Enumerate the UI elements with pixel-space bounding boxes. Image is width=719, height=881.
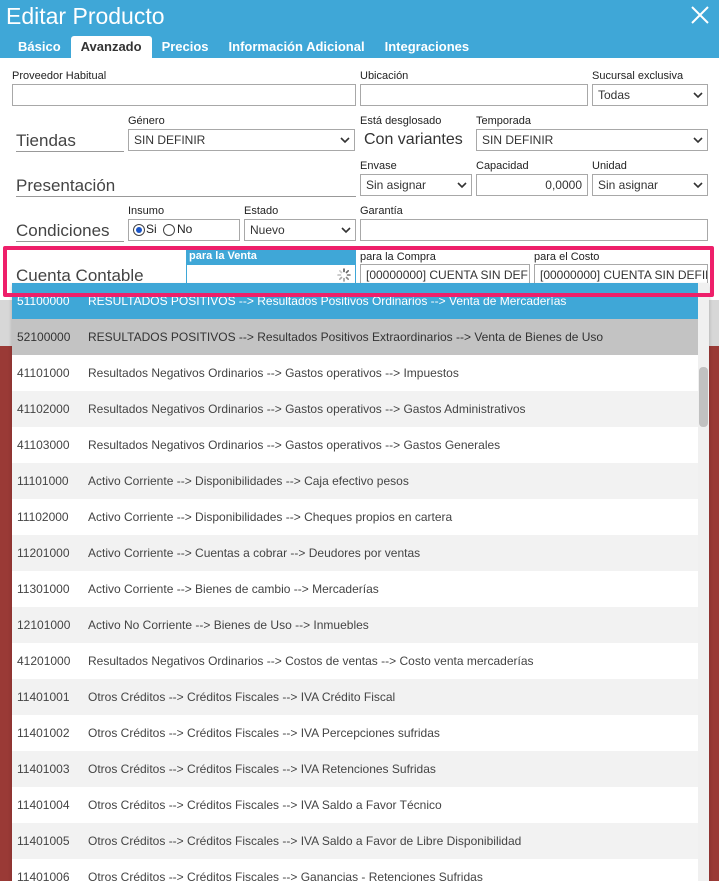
presentacion-section: Presentación — [16, 176, 356, 197]
insumo-label: Insumo — [128, 205, 165, 217]
tab-informacion-adicional[interactable]: Información Adicional — [219, 36, 375, 58]
proveedor-input[interactable] — [12, 84, 356, 106]
sucursal-value: Todas — [598, 88, 631, 102]
unidad-label: Unidad — [592, 160, 627, 172]
estado-label: Estado — [244, 205, 279, 217]
list-item[interactable]: 52100000 RESULTADOS POSITIVOS --> Resulta… — [12, 319, 698, 355]
list-item[interactable]: 11401002 Otros Créditos --> Créditos Fisc… — [12, 715, 698, 751]
envase-label: Envase — [360, 160, 397, 172]
desglosado-label: Está desglosado — [360, 115, 442, 127]
insumo-si-radio[interactable] — [133, 224, 145, 236]
chevron-down-icon — [693, 92, 703, 99]
tab-basico[interactable]: Básico — [8, 36, 71, 58]
capacidad-input[interactable]: 0,0000 — [476, 174, 588, 196]
insumo-no-radio[interactable] — [163, 224, 175, 236]
list-item[interactable]: 41201000 Resultados Negativos Ordinarios … — [12, 643, 698, 679]
proveedor-label: Proveedor Habitual — [12, 70, 107, 82]
list-item[interactable]: 11301000 Activo Corriente --> Bienes de c… — [12, 571, 698, 607]
genero-label: Género — [128, 115, 165, 127]
tab-avanzado[interactable]: Avanzado — [70, 36, 152, 58]
tab-bar: Básico Avanzado Precios Información Adic… — [8, 36, 479, 58]
envase-select[interactable]: Sin asignar — [360, 174, 472, 196]
dropdown-scroll-thumb[interactable] — [699, 367, 708, 427]
genero-select[interactable]: SIN DEFINIR — [128, 129, 355, 151]
temporada-label: Temporada — [476, 115, 532, 127]
list-item[interactable]: 12101000 Activo No Corriente --> Bienes d… — [12, 607, 698, 643]
dialog-header: Editar Producto Básico Avanzado Precios … — [0, 0, 719, 58]
capacidad-label: Capacidad — [476, 160, 529, 172]
tab-integraciones[interactable]: Integraciones — [375, 36, 480, 58]
dialog-title: Editar Producto — [6, 3, 165, 29]
temporada-value: SIN DEFINIR — [482, 133, 554, 147]
list-item[interactable]: 11102000 Activo Corriente --> Disponibili… — [12, 499, 698, 535]
unidad-select[interactable]: Sin asignar — [592, 174, 708, 196]
dropdown-scrollbar[interactable] — [698, 283, 709, 881]
chevron-down-icon — [341, 227, 351, 234]
desglosado-value: Con variantes — [360, 129, 472, 151]
sucursal-label: Sucursal exclusiva — [592, 70, 684, 82]
unidad-value: Sin asignar — [598, 178, 659, 192]
condiciones-section: Condiciones — [16, 221, 124, 242]
insumo-si-label: Si — [146, 222, 157, 236]
estado-select[interactable]: Nuevo — [244, 219, 356, 241]
list-item[interactable]: 11101000 Activo Corriente --> Disponibili… — [12, 463, 698, 499]
list-item[interactable]: 11401003 Otros Créditos --> Créditos Fisc… — [12, 751, 698, 787]
tab-precios[interactable]: Precios — [152, 36, 219, 58]
list-item[interactable]: 11201000 Activo Corriente --> Cuentas a c… — [12, 535, 698, 571]
chevron-down-icon — [693, 182, 703, 189]
account-dropdown-list: 51100000 RESULTADOS POSITIVOS --> Resulta… — [12, 283, 709, 881]
list-item[interactable]: 11401004 Otros Créditos --> Créditos Fisc… — [12, 787, 698, 823]
garantia-input[interactable] — [360, 219, 708, 241]
list-item[interactable]: 11401001 Otros Créditos --> Créditos Fisc… — [12, 679, 698, 715]
garantia-label: Garantía — [360, 205, 403, 217]
ubicacion-input[interactable] — [360, 84, 588, 106]
estado-value: Nuevo — [250, 223, 285, 237]
list-item[interactable]: 41103000 Resultados Negativos Ordinarios … — [12, 427, 698, 463]
ubicacion-label: Ubicación — [360, 70, 409, 82]
insumo-no-label: No — [177, 222, 193, 236]
genero-value: SIN DEFINIR — [134, 133, 206, 147]
chevron-down-icon — [340, 137, 350, 144]
list-item[interactable]: 41101000 Resultados Negativos Ordinarios … — [12, 355, 698, 391]
list-item[interactable]: 11401006 Otros Créditos --> Créditos Fisc… — [12, 859, 698, 881]
list-item[interactable]: 11401005 Otros Créditos --> Créditos Fisc… — [12, 823, 698, 859]
temporada-select[interactable]: SIN DEFINIR — [476, 129, 708, 151]
close-icon[interactable] — [687, 2, 713, 28]
sucursal-select[interactable]: Todas — [592, 84, 708, 106]
highlight-box — [3, 246, 714, 297]
tiendas-section: Tiendas — [16, 131, 124, 152]
chevron-down-icon — [693, 137, 703, 144]
insumo-radio-group: Si No — [128, 219, 240, 241]
envase-value: Sin asignar — [366, 178, 427, 192]
chevron-down-icon — [457, 182, 467, 189]
list-item[interactable]: 41102000 Resultados Negativos Ordinarios … — [12, 391, 698, 427]
